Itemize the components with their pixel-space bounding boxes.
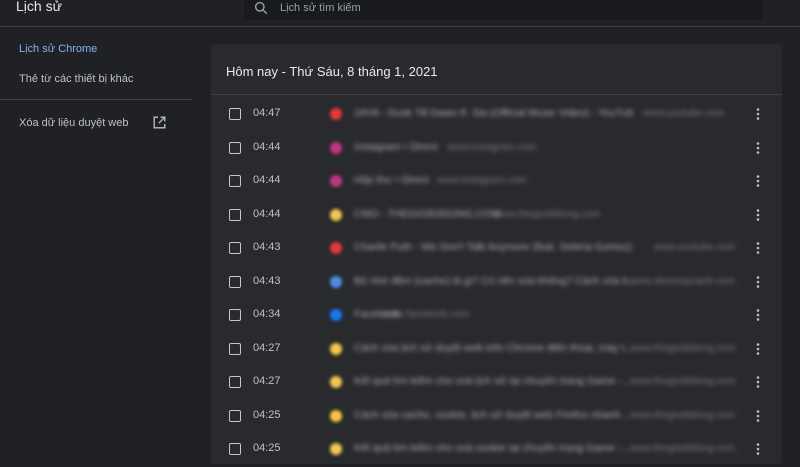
visit-time: 04:44 [253,207,281,220]
sidebar-item-other-devices[interactable]: Thẻ từ các thiết bị khác [19,73,133,85]
site-favicon-icon [330,443,342,455]
page-title-link[interactable]: CMO - THEGIOIDIDONG.COM [354,208,500,220]
site-favicon-icon [330,208,342,221]
site-favicon-icon [330,175,342,187]
page-domain: www.thegioididong.com [630,342,736,354]
history-row[interactable]: 04:34 Facebook www.facebook.com [211,299,782,333]
site-favicon-icon [330,309,342,321]
toolbar: Lịch sử [0,0,800,27]
visit-time: 04:25 [253,442,281,454]
row-checkbox[interactable] [229,108,241,120]
page-domain: www.thegioididong.com [630,409,736,421]
visit-time: 04:43 [253,274,281,287]
visit-time: 04:27 [253,341,281,354]
more-vert-icon[interactable] [752,141,764,155]
row-checkbox[interactable] [229,208,241,221]
page-domain: www.thegioididong.com [630,376,736,387]
history-row[interactable]: 04:47 2AYA - Dusk Till Dawn ft. Sia (Offi… [211,98,782,132]
row-checkbox[interactable] [229,175,241,187]
page-domain: www.thegioididong.com [495,208,601,220]
more-vert-icon[interactable] [752,342,764,356]
visit-time: 04:25 [253,408,281,421]
visit-time: 04:34 [253,308,281,320]
history-row[interactable]: 04:44 CMO - THEGIOIDIDONG.COM www.thegioid… [211,199,782,233]
visit-time: 04:44 [253,140,281,153]
visit-time: 04:44 [253,174,281,186]
visit-time: 04:47 [253,107,281,119]
page-title-link[interactable]: Charlie Puth - We Don't Talk Anymore (fe… [354,241,634,253]
more-vert-icon[interactable] [752,442,764,456]
row-checkbox[interactable] [229,342,241,355]
page-title-link[interactable]: 2AYA - Dusk Till Dawn ft. Sia (Official … [354,107,634,119]
row-checkbox[interactable] [229,141,241,154]
page-domain: www.youtube.com [643,108,725,119]
page-title: Lịch sử [16,0,62,14]
site-favicon-icon [330,141,342,154]
sidebar-item-chrome-history[interactable]: Lịch sử Chrome [19,43,97,55]
page-title-link[interactable]: Kết quả tìm kiếm cho xoá lịch sử tại chu… [354,375,631,387]
more-vert-icon[interactable] [752,174,764,188]
site-favicon-icon [330,409,342,422]
row-checkbox[interactable] [229,376,241,388]
sidebar-divider [0,99,192,100]
open-in-new-icon[interactable] [153,116,166,129]
history-row[interactable]: 04:44 Instagram • Direct www.instagram.com [211,132,782,166]
more-vert-icon[interactable] [752,308,764,322]
sidebar: Lịch sử Chrome Thẻ từ các thiết bị khác … [0,27,195,450]
visit-time: 04:43 [253,241,281,253]
page-title-link[interactable]: Cách xóa lịch sử duyệt web trên Chrome đ… [354,342,633,354]
sidebar-item-clear-browsing-data[interactable]: Xóa dữ liệu duyệt web [19,117,129,129]
row-checkbox[interactable] [229,309,241,321]
page-title-link[interactable]: Kết quả tìm kiếm cho xoá cookie tại chuy… [354,442,630,454]
history-list: 04:47 2AYA - Dusk Till Dawn ft. Sia (Offi… [211,98,782,467]
row-checkbox[interactable] [229,409,241,422]
page-domain: www.youtube.com [654,242,736,253]
history-row[interactable]: 04:27 Kết quả tìm kiếm cho xoá lịch sử tạ… [211,366,782,400]
date-header: Hôm nay - Thứ Sáu, 8 tháng 1, 2021 [226,64,438,79]
history-row[interactable]: 04:25 Cách xóa cache, cookie, lịch sử duy… [211,400,782,434]
history-row[interactable]: 04:27 Cách xóa lịch sử duyệt web trên Chr… [211,333,782,367]
row-checkbox[interactable] [229,443,241,455]
site-favicon-icon [330,376,342,388]
search-icon [254,1,268,15]
page-domain: www.instagram.com [447,141,537,153]
page-domain: www.thegioididong.com [630,443,736,454]
more-vert-icon[interactable] [752,241,764,255]
visit-time: 04:27 [253,375,281,387]
site-favicon-icon [330,275,342,288]
site-favicon-icon [330,342,342,355]
search-input[interactable] [278,0,742,17]
history-card: Hôm nay - Thứ Sáu, 8 tháng 1, 2021 04:47… [211,44,782,464]
page-domain: www.instagram.com [437,175,527,186]
more-vert-icon[interactable] [752,107,764,121]
more-vert-icon[interactable] [752,375,764,389]
page-title-link[interactable]: Instagram • Direct [354,141,438,153]
page-domain: www.facebook.com [383,309,470,320]
site-favicon-icon [330,108,342,120]
history-row[interactable]: 04:44 Hộp thư • Direct www.instagram.com [211,165,782,199]
more-vert-icon[interactable] [752,208,764,222]
row-checkbox[interactable] [229,242,241,254]
header-divider [211,94,782,95]
site-favicon-icon [330,242,342,254]
more-vert-icon[interactable] [752,409,764,423]
page-title-link[interactable]: Bộ nhớ đệm (cache) là gì? Có nên xóa khô… [354,275,634,287]
history-row[interactable]: 04:43 Bộ nhớ đệm (cache) là gì? Có nên xó… [211,266,782,300]
page-title-link[interactable]: Hộp thư • Direct [354,174,429,186]
search-box[interactable] [244,0,762,20]
more-vert-icon[interactable] [752,275,764,289]
history-row[interactable]: 04:43 Charlie Puth - We Don't Talk Anymor… [211,232,782,266]
page-title-link[interactable]: Cách xóa cache, cookie, lịch sử duyệt we… [354,409,629,421]
row-checkbox[interactable] [229,275,241,288]
page-domain: www.dienmayxanh.com [630,275,736,287]
